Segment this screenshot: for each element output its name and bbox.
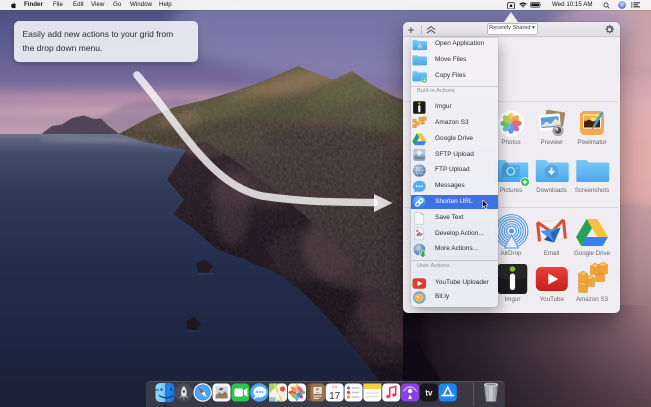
svg-text:17: 17 <box>329 391 341 402</box>
svg-text:JUL: JUL <box>332 385 338 389</box>
svg-text:tv: tv <box>425 388 433 397</box>
svg-text:A: A <box>417 43 422 50</box>
